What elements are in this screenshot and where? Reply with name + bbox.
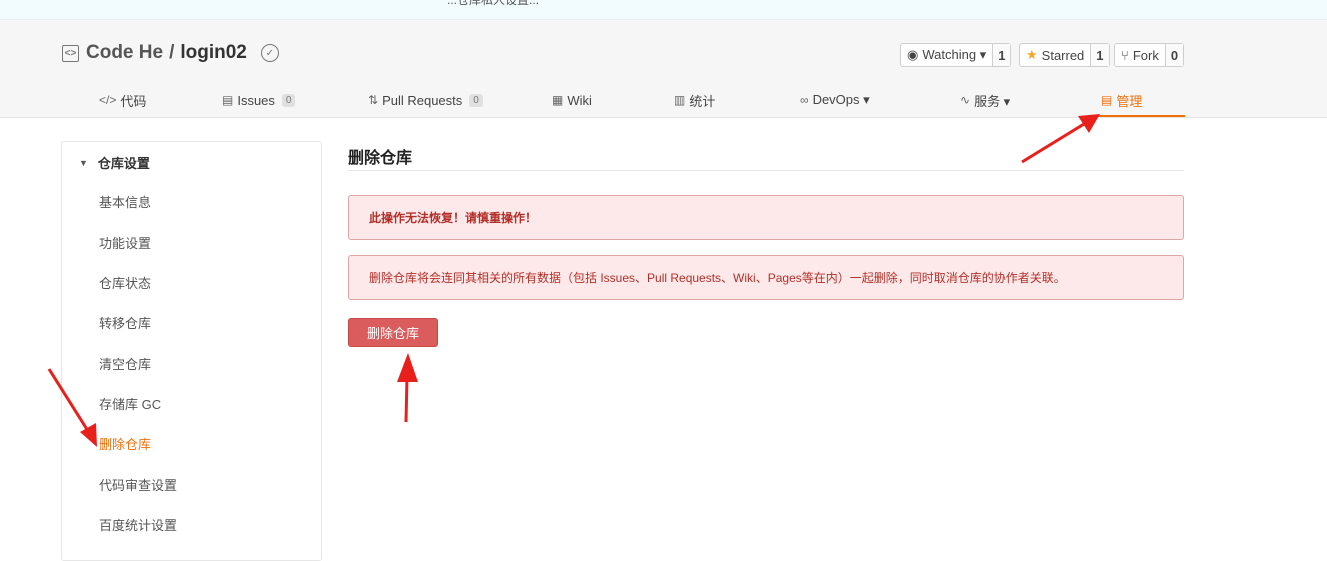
arrow-to-delete-button [397, 353, 418, 423]
repo-owner-link[interactable]: Code He [86, 42, 163, 64]
active-tab-indicator [1090, 115, 1185, 117]
tab-services-label: 服务 ▾ [974, 93, 1011, 109]
sidebar-item-repo-status[interactable]: 仓库状态 [99, 273, 151, 292]
star-icon: ★ [1026, 47, 1038, 62]
tab-code[interactable]: </> 代码 [99, 82, 146, 118]
tab-statistics-label: 统计 [689, 93, 716, 109]
sidebar-item-features[interactable]: 功能设置 [99, 233, 151, 252]
star-count[interactable]: 1 [1091, 44, 1109, 66]
manage-icon: ▤ [1101, 93, 1113, 107]
repo-separator: / [169, 42, 175, 63]
star-label[interactable]: Starred [1042, 48, 1085, 63]
infinity-icon: ∞ [800, 93, 809, 107]
repo-tabs: </> 代码 ▤ Issues 0 ⇅ Pull Requests 0 ▦ Wi… [0, 82, 1327, 118]
sidebar-item-gc[interactable]: 存储库 GC [99, 394, 161, 413]
sidebar-item-basic-info[interactable]: 基本信息 [99, 192, 151, 211]
watch-button-group[interactable]: ◉ Watching ▾ 1 [900, 43, 1012, 67]
top-banner: ...仓库私人设置... [0, 0, 1327, 20]
fork-count[interactable]: 0 [1165, 44, 1184, 66]
tab-issues-label: Issues [237, 92, 275, 108]
sidebar-item-clear[interactable]: 清空仓库 [99, 354, 151, 373]
sidebar-item-delete[interactable]: 删除仓库 [99, 434, 151, 453]
tab-pull-requests-label: Pull Requests [382, 92, 463, 108]
tab-wiki-label: Wiki [567, 92, 592, 108]
issues-icon: ▤ [222, 93, 234, 107]
page-title: 删除仓库 [348, 144, 1184, 171]
bar-chart-icon: ▥ [674, 93, 686, 107]
tab-code-label: 代码 [120, 93, 147, 109]
description-alert: 删除仓库将会连同其相关的所有数据（包括 Issues、Pull Requests… [348, 255, 1184, 300]
sidebar-item-code-review[interactable]: 代码审查设置 [99, 475, 177, 494]
wiki-icon: ▦ [552, 93, 564, 107]
warning-alert: 此操作无法恢复！请慎重操作！ [348, 195, 1184, 240]
sidebar-item-transfer[interactable]: 转移仓库 [99, 313, 151, 332]
tab-manage-label: 管理 [1116, 93, 1143, 109]
delete-repo-button[interactable]: 删除仓库 [348, 318, 438, 347]
eye-icon: ◉ [907, 47, 919, 62]
tab-wiki[interactable]: ▦ Wiki [552, 82, 592, 118]
sidebar-section-label: 仓库设置 [97, 156, 150, 171]
description-text: 删除仓库将会连同其相关的所有数据（包括 Issues、Pull Requests… [369, 271, 1066, 285]
issues-count-badge: 0 [281, 93, 296, 107]
watch-label[interactable]: Watching ▾ [922, 47, 986, 63]
pull-requests-count-badge: 0 [469, 93, 483, 107]
sidebar-section-repo-settings[interactable]: ▼ 仓库设置 [79, 153, 150, 172]
tab-devops[interactable]: ∞ DevOps ▾ [800, 82, 870, 118]
repo-title: <> Code He / login02 ✓ [62, 42, 279, 64]
repo-icon: <> [62, 44, 79, 62]
pull-request-icon: ⇅ [368, 93, 379, 107]
star-button-group[interactable]: ★ Starred 1 [1019, 43, 1110, 67]
repo-header: <> Code He / login02 ✓ ◉ Watching ▾ 1 ★ St… [0, 20, 1327, 118]
sidebar-item-baidu-stats[interactable]: 百度统计设置 [99, 515, 177, 534]
verified-badge-icon: ✓ [260, 44, 279, 62]
code-icon: </> [99, 93, 117, 107]
settings-sidebar: ▼ 仓库设置 基本信息 功能设置 仓库状态 转移仓库 清空仓库 存储库 GC 删… [61, 141, 322, 561]
tab-manage[interactable]: ▤ 管理 [1101, 82, 1142, 118]
repo-name-link[interactable]: login02 [180, 42, 247, 64]
fork-icon: ⑂ [1121, 47, 1129, 63]
top-banner-text: ...仓库私人设置... [447, 0, 540, 7]
watch-count[interactable]: 1 [993, 44, 1011, 66]
tab-services[interactable]: ∿ 服务 ▾ [960, 82, 1010, 118]
tab-issues[interactable]: ▤ Issues 0 [222, 82, 296, 118]
tab-statistics[interactable]: ▥ 统计 [674, 82, 715, 118]
tab-pull-requests[interactable]: ⇅ Pull Requests 0 [368, 82, 483, 118]
fork-label[interactable]: Fork [1133, 48, 1159, 63]
pulse-icon: ∿ [960, 93, 971, 107]
caret-down-icon: ▼ [79, 157, 88, 168]
fork-button-group[interactable]: ⑂ Fork 0 [1114, 43, 1185, 67]
tab-devops-label: DevOps ▾ [812, 92, 870, 107]
warning-text: 此操作无法恢复！请慎重操作！ [369, 211, 538, 225]
